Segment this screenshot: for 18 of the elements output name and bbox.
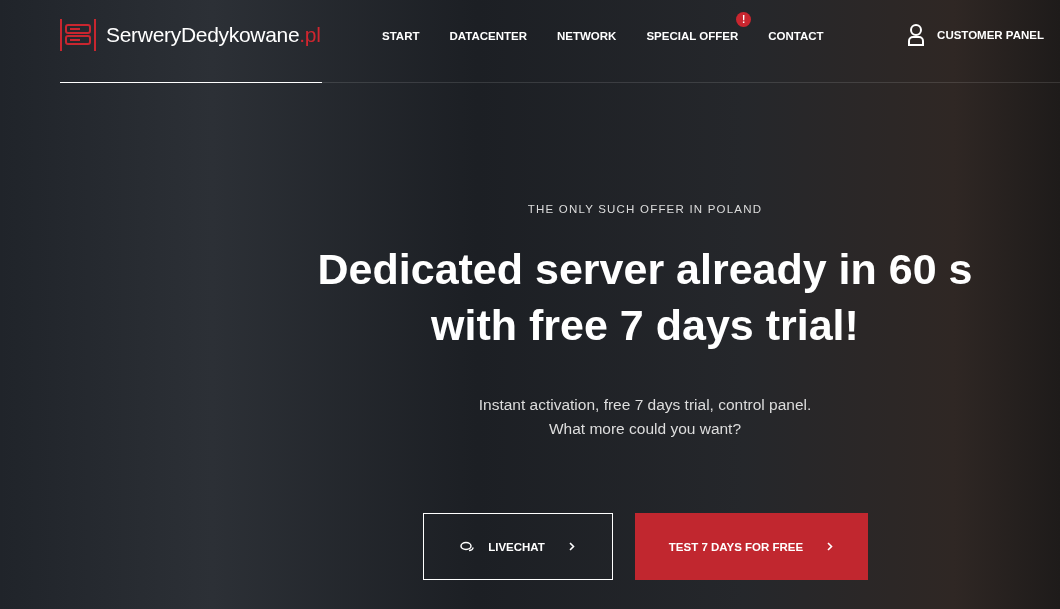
chevron-right-icon — [568, 542, 575, 551]
tagline: THE ONLY SUCH OFFER IN POLAND — [527, 203, 763, 215]
nav-link[interactable]: CONTACT — [768, 30, 824, 42]
nav-link[interactable]: NETWORK — [557, 30, 617, 42]
free-trial-button[interactable]: TEST 7 DAYS FOR FREE — [634, 513, 868, 580]
server-logo-icon — [60, 19, 96, 51]
hero-subtitle: Instant activation, free 7 days trial, control panel. What more could you want? — [478, 395, 812, 439]
logo-text[interactable]: SerweryDedykowane.pl — [106, 23, 321, 47]
chevron-right-icon — [827, 542, 834, 551]
chat-icon — [460, 540, 475, 553]
livechat-button[interactable]: LIVECHAT — [422, 513, 613, 580]
customer-panel-link[interactable]: CUSTOMER PANEL — [937, 29, 1044, 41]
nav-link[interactable]: START — [382, 30, 420, 42]
nav-link[interactable]: DATACENTER — [449, 30, 527, 42]
nav-link[interactable]: SPECIAL OFFER — [646, 30, 739, 42]
notification-badge: ! — [736, 12, 752, 27]
hero-heading: Dedicated server already in 60 s with free 7 days trial! — [317, 244, 973, 351]
user-icon — [907, 24, 926, 46]
